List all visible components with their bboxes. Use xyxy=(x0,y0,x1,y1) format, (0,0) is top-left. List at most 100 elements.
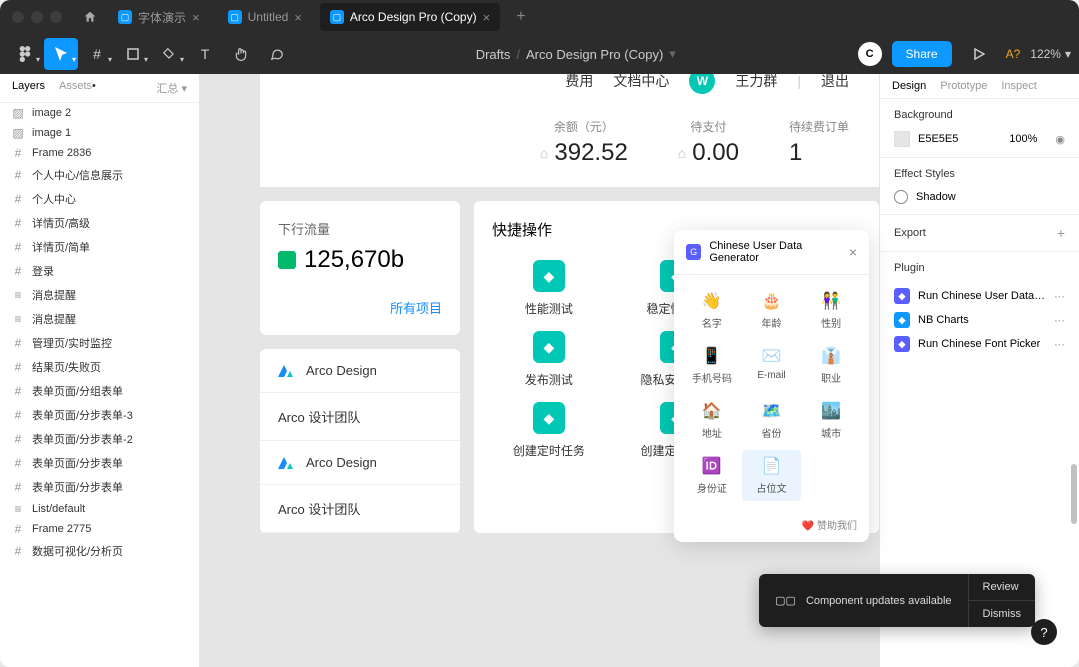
generator-option[interactable]: 🎂年龄 xyxy=(742,285,802,336)
generator-option[interactable]: 👋名字 xyxy=(682,285,742,336)
generator-option[interactable]: 👫性别 xyxy=(801,285,861,336)
layer-type-icon: # xyxy=(12,545,24,557)
option-label: 职业 xyxy=(801,370,861,385)
home-icon[interactable] xyxy=(80,8,100,26)
layer-item[interactable]: ▨image 1 xyxy=(0,123,199,143)
prototype-tab[interactable]: Prototype xyxy=(940,80,987,92)
plugin-icon: G xyxy=(686,244,701,260)
figma-menu[interactable]: ▾ xyxy=(8,38,42,70)
generator-option[interactable]: 📄占位文 xyxy=(742,450,802,501)
layer-item[interactable]: ≡消息提醒 xyxy=(0,283,199,307)
left-panel: Layers Assets• 汇总 ▾ ▨image 2▨image 1#Fra… xyxy=(0,74,200,667)
more-icon[interactable]: ⋯ xyxy=(1054,314,1065,327)
opacity-value[interactable]: 100% xyxy=(1009,133,1037,145)
color-value[interactable]: E5E5E5 xyxy=(918,133,1001,145)
close-icon[interactable]: × xyxy=(294,10,302,25)
plugin-title: Plugin xyxy=(894,262,1065,274)
eye-icon[interactable]: ◉ xyxy=(1055,133,1065,146)
maximize-window[interactable] xyxy=(50,11,62,23)
comment-tool[interactable] xyxy=(260,38,294,70)
present-button[interactable] xyxy=(962,38,996,70)
layers-tab[interactable]: Layers xyxy=(12,80,45,96)
add-tab-button[interactable]: + xyxy=(508,8,533,26)
option-label: 手机号码 xyxy=(682,370,742,385)
pen-tool[interactable]: ▾ xyxy=(152,38,186,70)
user-avatar[interactable]: C xyxy=(858,42,882,66)
layer-item[interactable]: ▨image 2 xyxy=(0,103,199,123)
layer-item[interactable]: ≡消息提醒 xyxy=(0,307,199,331)
generator-option[interactable]: ✉️E-mail xyxy=(742,340,802,391)
layer-label: 消息提醒 xyxy=(32,311,76,327)
layer-label: 管理页/实时监控 xyxy=(32,335,112,351)
share-button[interactable]: Share xyxy=(892,41,952,67)
inspect-tab[interactable]: Inspect xyxy=(1001,80,1036,92)
missing-fonts[interactable]: A? xyxy=(1006,47,1021,61)
design-tab[interactable]: Design xyxy=(892,80,926,92)
frame-tool[interactable]: #▾ xyxy=(80,38,114,70)
layer-item[interactable]: #表单页面/分步表单-2 xyxy=(0,427,199,451)
breadcrumb-root: Drafts xyxy=(476,47,511,62)
close-icon[interactable]: × xyxy=(192,10,200,25)
plugin-popup: G Chinese User Data Generator × 👋名字🎂年龄👫性… xyxy=(674,230,869,542)
close-icon[interactable]: × xyxy=(849,244,857,260)
titlebar: ▢ 字体演示 × ▢ Untitled × ▢ Arco Design Pro … xyxy=(0,0,1079,34)
layer-item[interactable]: #Frame 2775 xyxy=(0,519,199,539)
layer-item[interactable]: #Frame 2836 xyxy=(0,143,199,163)
layer-label: 表单页面/分步表单-2 xyxy=(32,431,133,447)
layer-item[interactable]: #管理页/实时监控 xyxy=(0,331,199,355)
project-item: Arco 设计团队 xyxy=(260,485,460,533)
assets-tab[interactable]: Assets• xyxy=(59,80,96,96)
review-button[interactable]: Review xyxy=(969,574,1036,601)
text-tool[interactable]: T xyxy=(188,38,222,70)
more-icon[interactable]: ⋯ xyxy=(1054,290,1065,303)
file-tab[interactable]: ▢ Untitled × xyxy=(218,3,312,31)
plugin-run-item[interactable]: ◆Run Chinese User Data Gene…⋯ xyxy=(894,284,1065,308)
chevron-down-icon[interactable]: ▾ xyxy=(669,46,676,62)
dismiss-button[interactable]: Dismiss xyxy=(969,601,1036,627)
layer-item[interactable]: #个人中心/信息展示 xyxy=(0,163,199,187)
layer-item[interactable]: #表单页面/分步表单-3 xyxy=(0,403,199,427)
generator-option[interactable]: 👔 职业 xyxy=(801,340,861,391)
move-tool[interactable]: ▾ xyxy=(44,38,78,70)
layer-item[interactable]: #个人中心 xyxy=(0,187,199,211)
layer-item[interactable]: #详情页/高级 xyxy=(0,211,199,235)
help-button[interactable]: ? xyxy=(1031,619,1057,645)
layer-item[interactable]: ≡List/default xyxy=(0,499,199,519)
layer-type-icon: # xyxy=(12,481,24,493)
layer-item[interactable]: #表单页面/分步表单 xyxy=(0,451,199,475)
layer-type-icon: # xyxy=(12,361,24,373)
plugin-run-item[interactable]: ◆Run Chinese Font Picker⋯ xyxy=(894,332,1065,356)
scrollbar[interactable] xyxy=(1071,464,1077,524)
pages-dropdown[interactable]: 汇总 ▾ xyxy=(156,80,187,96)
layer-item[interactable]: #表单页面/分步表单 xyxy=(0,475,199,499)
file-tab-active[interactable]: ▢ Arco Design Pro (Copy) × xyxy=(320,3,500,31)
minimize-window[interactable] xyxy=(31,11,43,23)
option-label: 年龄 xyxy=(742,315,802,330)
generator-option[interactable]: 🏠地址 xyxy=(682,395,742,446)
file-tab[interactable]: ▢ 字体演示 × xyxy=(108,3,210,31)
layer-item[interactable]: #登录 xyxy=(0,259,199,283)
generator-option[interactable]: 🆔身份证 xyxy=(682,450,742,501)
option-icon: 👔 xyxy=(801,346,861,366)
sponsor-link[interactable]: ❤️ 赞助我们 xyxy=(674,511,869,542)
generator-option[interactable]: 🏙️城市 xyxy=(801,395,861,446)
layer-item[interactable]: #结果页/失败页 xyxy=(0,355,199,379)
option-icon: 🏠 xyxy=(682,401,742,421)
layer-item[interactable]: #数据可视化/分析页 xyxy=(0,539,199,563)
layer-item[interactable]: #详情页/简单 xyxy=(0,235,199,259)
generator-option[interactable]: 🗺️省份 xyxy=(742,395,802,446)
plugin-run-item[interactable]: ◆NB Charts⋯ xyxy=(894,308,1065,332)
layer-type-icon: # xyxy=(12,265,24,277)
breadcrumb[interactable]: Drafts / Arco Design Pro (Copy) ▾ xyxy=(476,46,676,62)
add-export-button[interactable]: + xyxy=(1057,225,1065,241)
close-icon[interactable]: × xyxy=(483,10,491,25)
hand-tool[interactable] xyxy=(224,38,258,70)
color-swatch[interactable] xyxy=(894,131,910,147)
shape-tool[interactable]: ▾ xyxy=(116,38,150,70)
close-window[interactable] xyxy=(12,11,24,23)
more-icon[interactable]: ⋯ xyxy=(1054,338,1065,351)
shadow-label[interactable]: Shadow xyxy=(916,191,956,203)
layer-item[interactable]: #表单页面/分组表单 xyxy=(0,379,199,403)
zoom-control[interactable]: 122%▾ xyxy=(1030,47,1071,61)
generator-option[interactable]: 📱手机号码 xyxy=(682,340,742,391)
